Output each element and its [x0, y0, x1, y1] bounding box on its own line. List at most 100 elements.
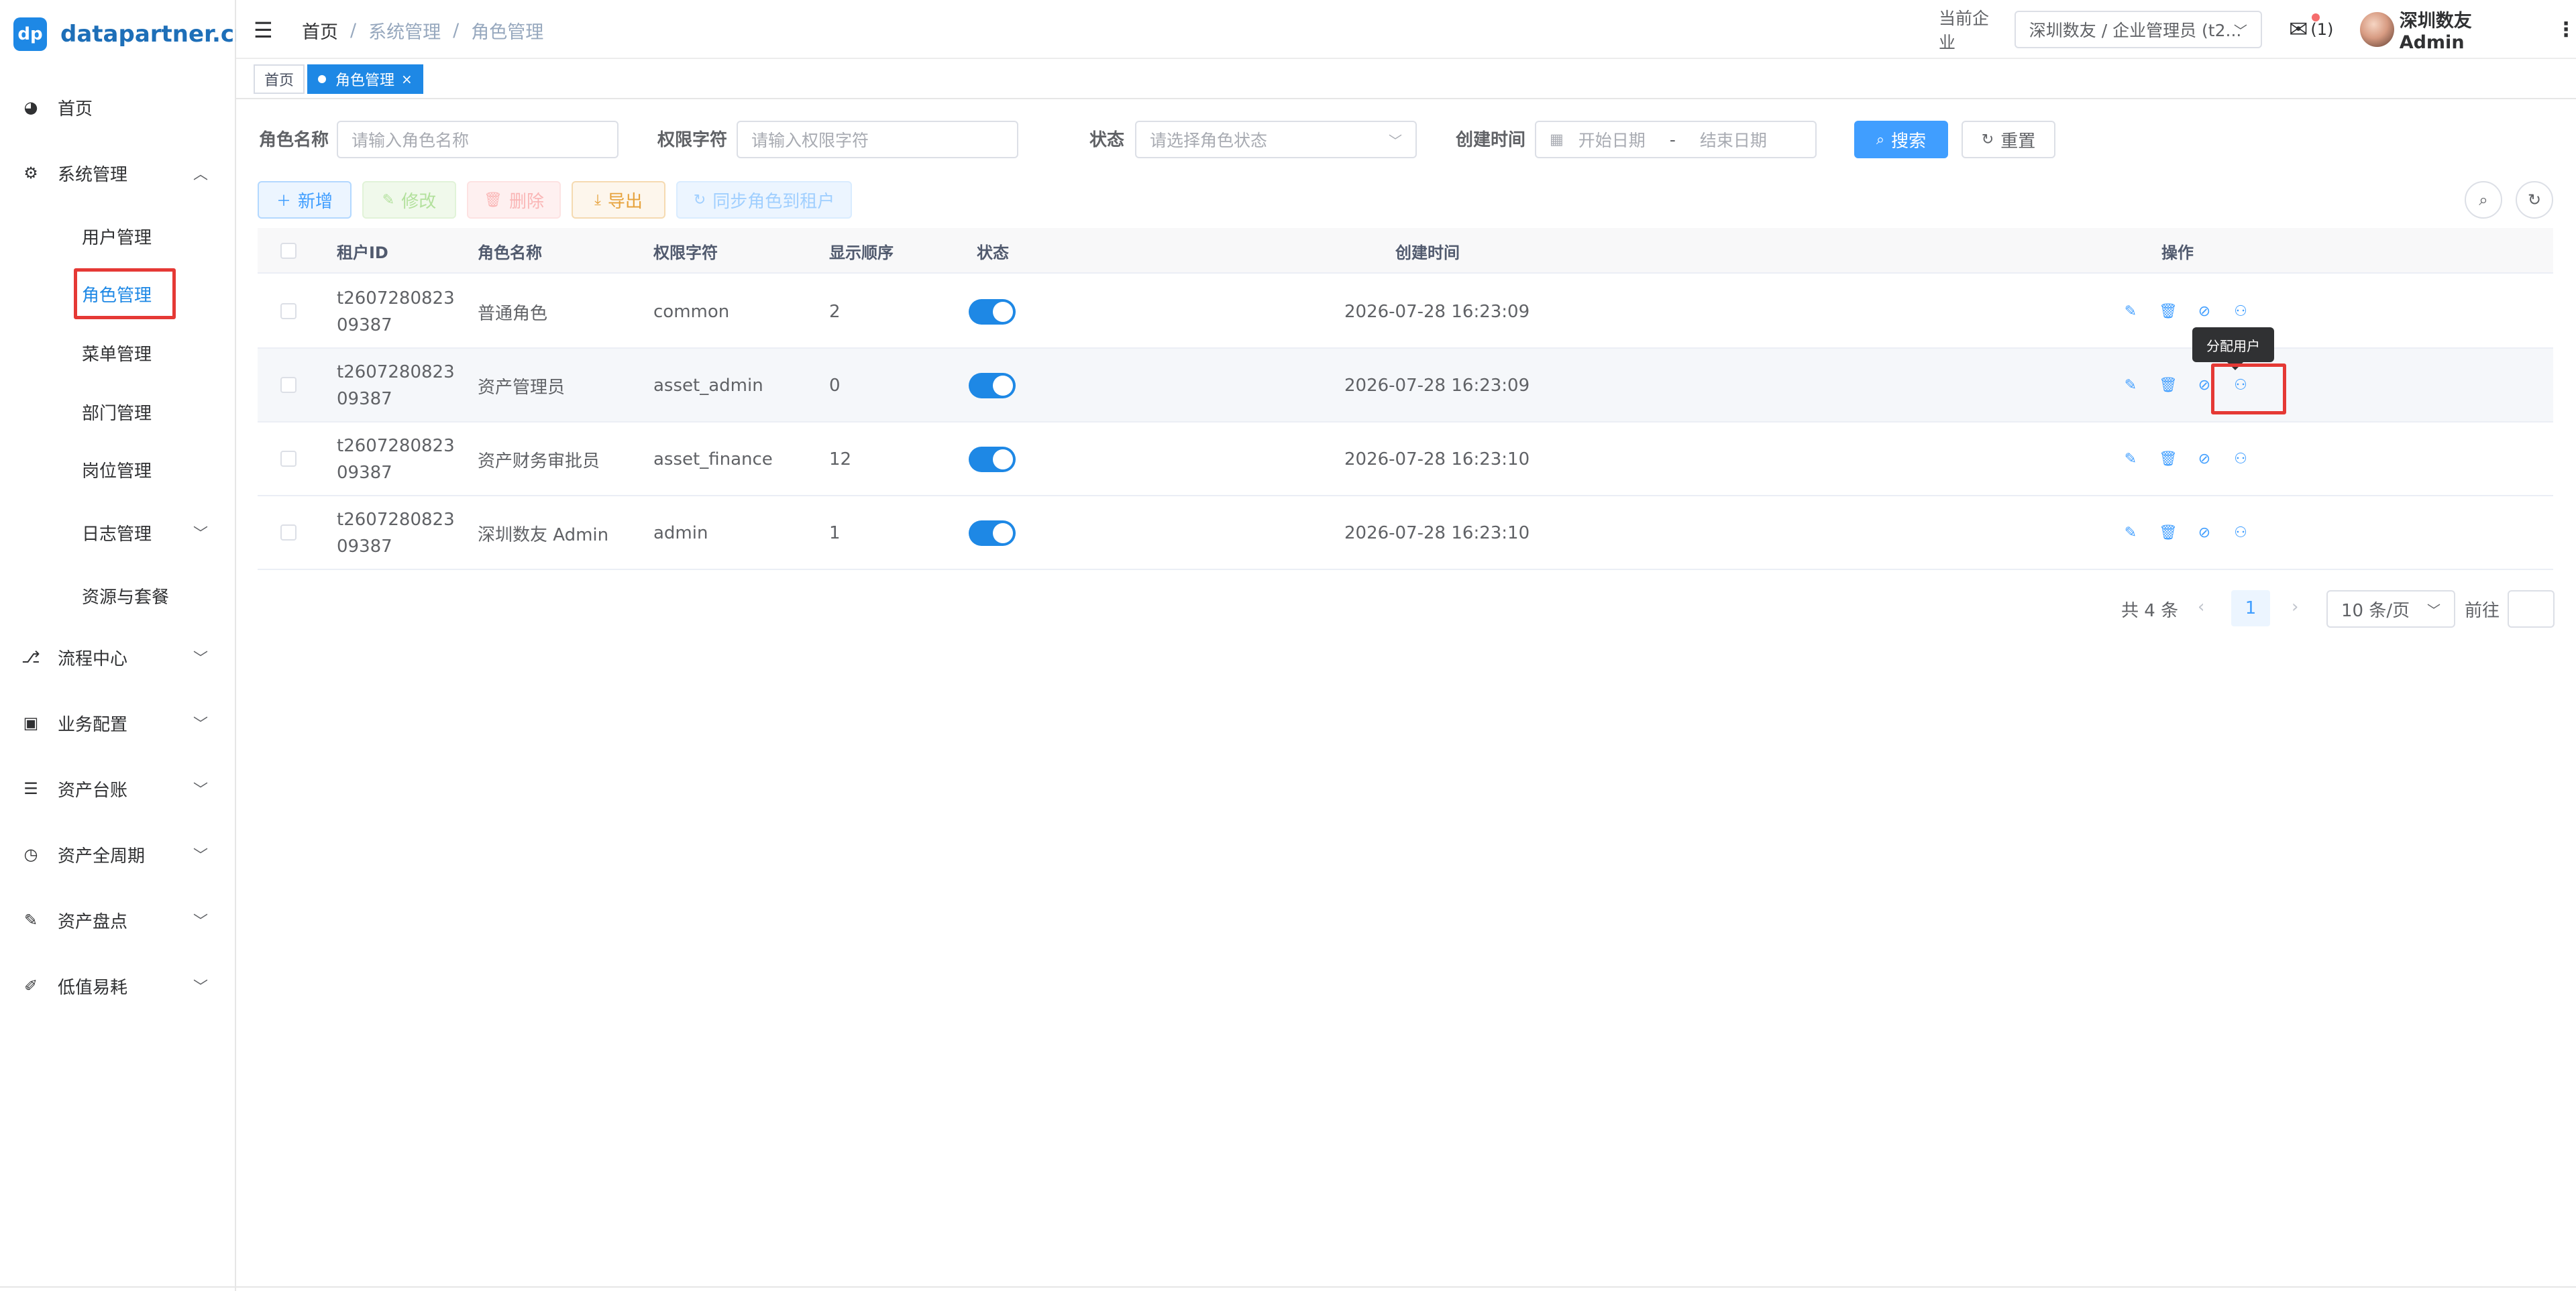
search-icon: ⌕	[2479, 190, 2488, 209]
created-cell: 2026-07-28 16:23:10	[1344, 523, 1530, 543]
company-select[interactable]: 深圳数友 / 企业管理员 (t2... ﹀	[2014, 11, 2262, 48]
tag-roles[interactable]: 角色管理 ×	[307, 64, 423, 94]
sidebar-item-workflow[interactable]: ⎇ 流程中心 ﹀	[0, 636, 235, 679]
tag-home[interactable]: 首页	[254, 64, 305, 94]
refresh-table-button[interactable]: ↻	[2516, 181, 2553, 219]
edit-icon[interactable]: ✎	[2121, 449, 2140, 468]
status-switch[interactable]	[969, 299, 1016, 325]
logo[interactable]: dp datapartner.cn	[13, 17, 250, 51]
sidebar-item-lifecycle[interactable]: ◷ 资产全周期 ﹀	[0, 833, 235, 876]
sidebar-sub-item-users[interactable]: 用户管理	[0, 215, 235, 258]
more-vertical-icon[interactable]: ⋮	[2556, 18, 2576, 42]
trash-icon[interactable]: 🗑	[2159, 523, 2178, 542]
sidebar-item-system[interactable]: ⚙ 系统管理 ︿	[0, 152, 235, 194]
assign-user-icon[interactable]: ⚇	[2231, 449, 2250, 468]
mail-icon[interactable]: ✉	[2289, 13, 2320, 43]
status-switch[interactable]	[969, 520, 1016, 546]
edit-icon[interactable]: ✎	[2121, 376, 2140, 394]
sync-role-button[interactable]: ↻ 同步角色到租户	[676, 181, 852, 219]
permission-check-icon[interactable]: ⊘	[2195, 302, 2214, 321]
permission-check-icon[interactable]: ⊘	[2195, 449, 2214, 468]
edit-button[interactable]: ✎ 修改	[362, 181, 456, 219]
sidebar-sub-item-logs[interactable]: 日志管理 ﹀	[0, 511, 235, 554]
page-size-select[interactable]: 10 条/页 ﹀	[2326, 590, 2455, 628]
edit-icon[interactable]: ✎	[2121, 523, 2140, 542]
sidebar-sub-label: 菜单管理	[82, 344, 152, 365]
sidebar-item-inventory[interactable]: ✎ 资产盘点 ﹀	[0, 899, 235, 942]
order-cell: 1	[829, 523, 841, 543]
chevron-up-icon: ︿	[193, 166, 208, 183]
trash-icon[interactable]: 🗑	[2159, 449, 2178, 468]
chevron-down-icon: ﹀	[2427, 602, 2440, 618]
list-icon: ☰	[23, 779, 38, 798]
refresh-icon: ↻	[2527, 190, 2542, 209]
perm-input[interactable]: 请输入权限字符	[737, 121, 1018, 158]
edit-icon[interactable]: ✎	[2121, 302, 2140, 321]
status-label: 状态	[1089, 130, 1125, 150]
created-cell: 2026-07-28 16:23:10	[1344, 449, 1530, 469]
trash-icon[interactable]: 🗑	[2159, 302, 2178, 321]
delete-button-label: 删除	[508, 191, 544, 212]
breadcrumb-item[interactable]: 首页	[302, 17, 338, 44]
sidebar-sub-label: 岗位管理	[82, 461, 152, 482]
sidebar-item-label: 系统管理	[58, 164, 128, 185]
sidebar-sub-item-positions[interactable]: 岗位管理	[0, 448, 235, 491]
header-right: 当前企业 深圳数友 / 企业管理员 (t2... ﹀ ✉ (1) 深圳数友 Ad…	[1939, 0, 2576, 59]
add-button-label: 新增	[298, 191, 333, 212]
created-time-label: 创建时间	[1456, 130, 1526, 150]
trash-icon[interactable]: 🗑	[2159, 376, 2178, 394]
avatar[interactable]	[2360, 12, 2394, 47]
notification-dot	[2311, 13, 2320, 21]
sidebar-sub-item-menus[interactable]: 菜单管理	[0, 331, 235, 374]
reset-button-label: 重置	[2000, 131, 2036, 152]
row-checkbox[interactable]	[280, 303, 297, 319]
search-button[interactable]: ⌕ 搜索	[1854, 121, 1948, 158]
perm-label: 权限字符	[657, 130, 728, 150]
status-select[interactable]: 请选择角色状态 ﹀	[1135, 121, 1417, 158]
chevron-down-icon: ﹀	[193, 716, 208, 733]
toggle-search-button[interactable]: ⌕	[2465, 181, 2502, 219]
reset-button[interactable]: ↻ 重置	[1962, 121, 2055, 158]
status-switch[interactable]	[969, 447, 1016, 472]
chevron-left-icon[interactable]: ‹	[2198, 597, 2204, 617]
sidebar-item-ledger[interactable]: ☰ 资产台账 ﹀	[0, 767, 235, 810]
menu-toggle-icon[interactable]: ☰	[254, 17, 273, 43]
user-name[interactable]: 深圳数友 Admin	[2400, 6, 2538, 53]
consumable-icon: ✐	[23, 976, 38, 995]
table-row[interactable]: t260728082309387 深圳数友 Admin admin 1 2026…	[258, 496, 2553, 570]
table-row[interactable]: t260728082309387 资产财务审批员 asset_finance 1…	[258, 423, 2553, 496]
column-header-order: 显示顺序	[829, 243, 894, 262]
inventory-icon: ✎	[23, 911, 38, 930]
sidebar-sub-item-departments[interactable]: 部门管理	[0, 390, 235, 433]
export-button[interactable]: ⤓ 导出	[572, 181, 665, 219]
status-switch[interactable]	[969, 373, 1016, 398]
chevron-down-icon: ﹀	[2233, 22, 2247, 39]
permission-check-icon[interactable]: ⊘	[2195, 523, 2214, 542]
chevron-right-icon[interactable]: ›	[2292, 597, 2298, 617]
select-all-checkbox[interactable]	[280, 243, 297, 259]
order-cell: 12	[829, 449, 852, 469]
briefcase-icon: ▣	[23, 714, 39, 732]
perm-placeholder: 请输入权限字符	[751, 131, 869, 150]
delete-button[interactable]: 🗑 删除	[467, 181, 561, 219]
sidebar-item-consumables[interactable]: ✐ 低值易耗 ﹀	[0, 964, 235, 1007]
pagination-page-1[interactable]: 1	[2231, 590, 2270, 626]
pagination-goto-input[interactable]	[2508, 590, 2555, 628]
assign-user-icon[interactable]: ⚇	[2231, 523, 2250, 542]
sidebar-item-home[interactable]: ◕ 首页	[0, 86, 235, 129]
role-name-input[interactable]: 请输入角色名称	[337, 121, 619, 158]
sidebar-item-business[interactable]: ▣ 业务配置 ﹀	[0, 701, 235, 744]
assign-user-icon[interactable]: ⚇	[2231, 302, 2250, 321]
close-icon[interactable]: ×	[401, 71, 413, 87]
date-range-picker[interactable]: ▦ 开始日期 - 结束日期	[1535, 121, 1817, 158]
add-button[interactable]: ＋ 新增	[258, 181, 352, 219]
role-name-cell: 资产管理员	[478, 377, 566, 398]
row-checkbox[interactable]	[280, 524, 297, 541]
sidebar-sub-item-resources[interactable]: 资源与套餐	[0, 574, 235, 617]
tags-view: 首页 角色管理 ×	[236, 59, 2576, 99]
calendar-icon: ▦	[1550, 131, 1564, 148]
column-header-tenant-id: 租户ID	[337, 243, 388, 262]
sidebar-sub-label: 部门管理	[82, 403, 152, 424]
row-checkbox[interactable]	[280, 377, 297, 393]
row-checkbox[interactable]	[280, 451, 297, 467]
